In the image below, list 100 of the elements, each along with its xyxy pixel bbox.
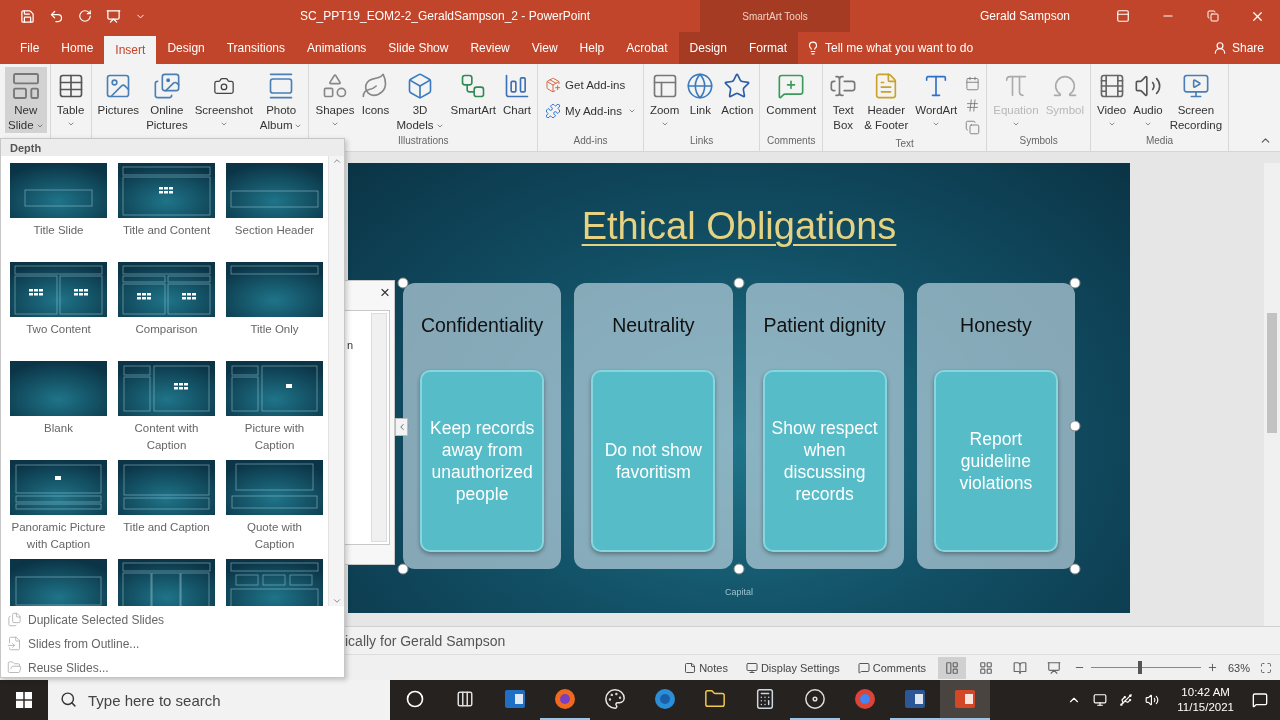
taskbar-app[interactable] xyxy=(940,680,990,720)
notes-icon xyxy=(684,661,697,674)
clock-date[interactable]: 11/15/2021 xyxy=(1177,700,1234,715)
ribbon-button[interactable]: 3D Models xyxy=(393,67,447,133)
slideshow-icon[interactable] xyxy=(106,8,121,24)
text-pane-toggle[interactable] xyxy=(395,418,408,436)
ribbon-tab[interactable]: Acrobat xyxy=(615,32,679,64)
text-pane-field[interactable] xyxy=(345,310,390,545)
zoom-slider-thumb[interactable] xyxy=(1138,661,1143,674)
ribbon-button[interactable]: Screen Recording xyxy=(1166,67,1226,133)
ribbon-tab[interactable]: Transitions xyxy=(215,32,296,64)
ribbon-button[interactable]: New Slide xyxy=(5,67,47,133)
calendar-icon xyxy=(964,75,980,91)
ribbon-button[interactable]: Screenshot xyxy=(191,67,256,133)
ribbon-button[interactable]: Video xyxy=(1094,67,1130,133)
ribbon-button[interactable]: Audio xyxy=(1130,67,1166,133)
folder-icon xyxy=(7,660,22,675)
ribbon-button[interactable]: Header & Footer xyxy=(861,67,912,133)
globe-icon xyxy=(686,72,715,100)
user-name: Gerald Sampson xyxy=(979,9,1070,23)
selection-handle[interactable] xyxy=(1069,277,1081,289)
layout-option[interactable]: Title and Caption xyxy=(118,460,215,559)
ribbon-tab[interactable]: Design xyxy=(678,32,738,64)
ribbon-button[interactable]: Text Box xyxy=(826,67,861,133)
selection-handle[interactable] xyxy=(1069,563,1081,575)
status-button[interactable]: Display Settings xyxy=(739,661,846,674)
selection-handle[interactable] xyxy=(1069,420,1081,432)
comment-icon xyxy=(857,661,870,674)
ribbon-button[interactable]: Comment xyxy=(763,67,820,133)
layout-option[interactable]: Title Slide xyxy=(10,163,107,262)
ribbon-tab[interactable]: File xyxy=(9,32,51,64)
layout-option[interactable]: Title and Content xyxy=(118,163,215,262)
group-label: Links xyxy=(688,134,715,148)
status-button[interactable]: Notes xyxy=(678,661,734,674)
ribbon-tab[interactable]: Review xyxy=(459,32,521,64)
ribbon-tab[interactable]: Home xyxy=(50,32,105,64)
folder-icon xyxy=(704,688,726,710)
undo-icon[interactable] xyxy=(49,8,64,24)
layout-option[interactable]: Comparison xyxy=(118,262,215,361)
ribbon-button[interactable]: SmartArt xyxy=(447,67,499,133)
notifications-button[interactable] xyxy=(1250,692,1270,708)
layout-option[interactable]: Content with Caption xyxy=(118,361,215,460)
ribbon-tab[interactable]: Design xyxy=(156,32,216,64)
layout-option[interactable]: Quote with Caption xyxy=(226,460,323,559)
ribbon-button[interactable]: My Add-ins xyxy=(541,99,640,123)
monitor-play-icon xyxy=(1181,72,1210,100)
ribbon-button[interactable]: Online Pictures xyxy=(143,67,191,133)
ribbon-button[interactable]: Link xyxy=(683,67,718,133)
vertical-scrollbar[interactable] xyxy=(1264,163,1280,626)
zoom-in-icon[interactable] xyxy=(1206,662,1218,673)
ribbon-button[interactable]: Photo Album xyxy=(256,67,306,133)
ribbon-button[interactable]: Icons xyxy=(358,67,393,133)
ribbon-button[interactable]: Shapes xyxy=(312,67,358,133)
group-label: Symbols xyxy=(1018,134,1059,148)
speaker-icon xyxy=(1145,693,1160,707)
lightbulb-icon xyxy=(806,41,820,55)
notes-text[interactable]: ically for Gerald Sampson xyxy=(345,632,506,649)
ribbon-button[interactable]: Zoom xyxy=(646,67,683,133)
layout-option[interactable]: Title Only xyxy=(226,262,323,361)
layout-option[interactable]: Blank xyxy=(10,361,107,460)
text-pane-text: n xyxy=(347,339,354,351)
shape-heading: Honesty xyxy=(960,312,1032,338)
layout-option[interactable]: Two Content xyxy=(10,262,107,361)
palette-icon xyxy=(604,688,626,710)
selection-handle[interactable] xyxy=(397,563,409,575)
layout-option[interactable]: Panoramic Picture with Caption xyxy=(10,460,107,559)
presentation-app-icon xyxy=(953,687,977,711)
close-button[interactable]: × xyxy=(380,283,390,303)
fit-to-window-icon[interactable] xyxy=(1260,661,1272,674)
ribbon-tab[interactable]: Help xyxy=(568,32,616,64)
ribbon-button[interactable]: Pictures xyxy=(94,67,143,133)
ribbon-tab[interactable]: Slide Show xyxy=(377,32,460,64)
clock-time[interactable]: 10:42 AM xyxy=(1181,685,1230,700)
gallery-command[interactable]: Duplicate Selected Slides xyxy=(7,609,344,630)
ribbon-tab[interactable]: Insert xyxy=(104,36,157,64)
ribbon-button[interactable]: Action xyxy=(718,67,757,133)
taskbar-search-field[interactable]: Type here to search xyxy=(48,680,390,720)
selection-handle[interactable] xyxy=(733,563,745,575)
ribbon-tab[interactable]: Format xyxy=(737,32,798,64)
tell-me-field[interactable]: Tell me what you want to do xyxy=(825,41,974,55)
gallery-command[interactable]: Slides from Outline... xyxy=(7,633,344,654)
ribbon-button[interactable]: Get Add-ins xyxy=(541,73,640,97)
view-button[interactable] xyxy=(937,656,966,679)
ribbon-button[interactable]: WordArt xyxy=(912,67,961,133)
status-button[interactable]: Comments xyxy=(851,661,932,674)
ribbon-tab[interactable]: View xyxy=(520,32,569,64)
slideshow-icon xyxy=(1046,660,1061,675)
zoom-level[interactable]: 63% xyxy=(1227,661,1250,674)
layout-option[interactable]: Section Header xyxy=(226,163,323,262)
save-icon[interactable] xyxy=(20,8,35,24)
share-button[interactable]: Share xyxy=(1206,32,1270,64)
redo-icon[interactable] xyxy=(78,9,92,23)
text-pane-scrollbar[interactable] xyxy=(371,313,387,542)
selection-handle[interactable] xyxy=(733,277,745,289)
ribbon-button[interactable]: Chart xyxy=(499,67,535,133)
layout-option[interactable]: Picture with Caption xyxy=(226,361,323,460)
gallery-command[interactable]: Reuse Slides... xyxy=(7,657,344,678)
ribbon-button[interactable]: Table xyxy=(53,67,88,133)
ribbon-tab[interactable]: Animations xyxy=(296,32,378,64)
selection-handle[interactable] xyxy=(397,277,409,289)
